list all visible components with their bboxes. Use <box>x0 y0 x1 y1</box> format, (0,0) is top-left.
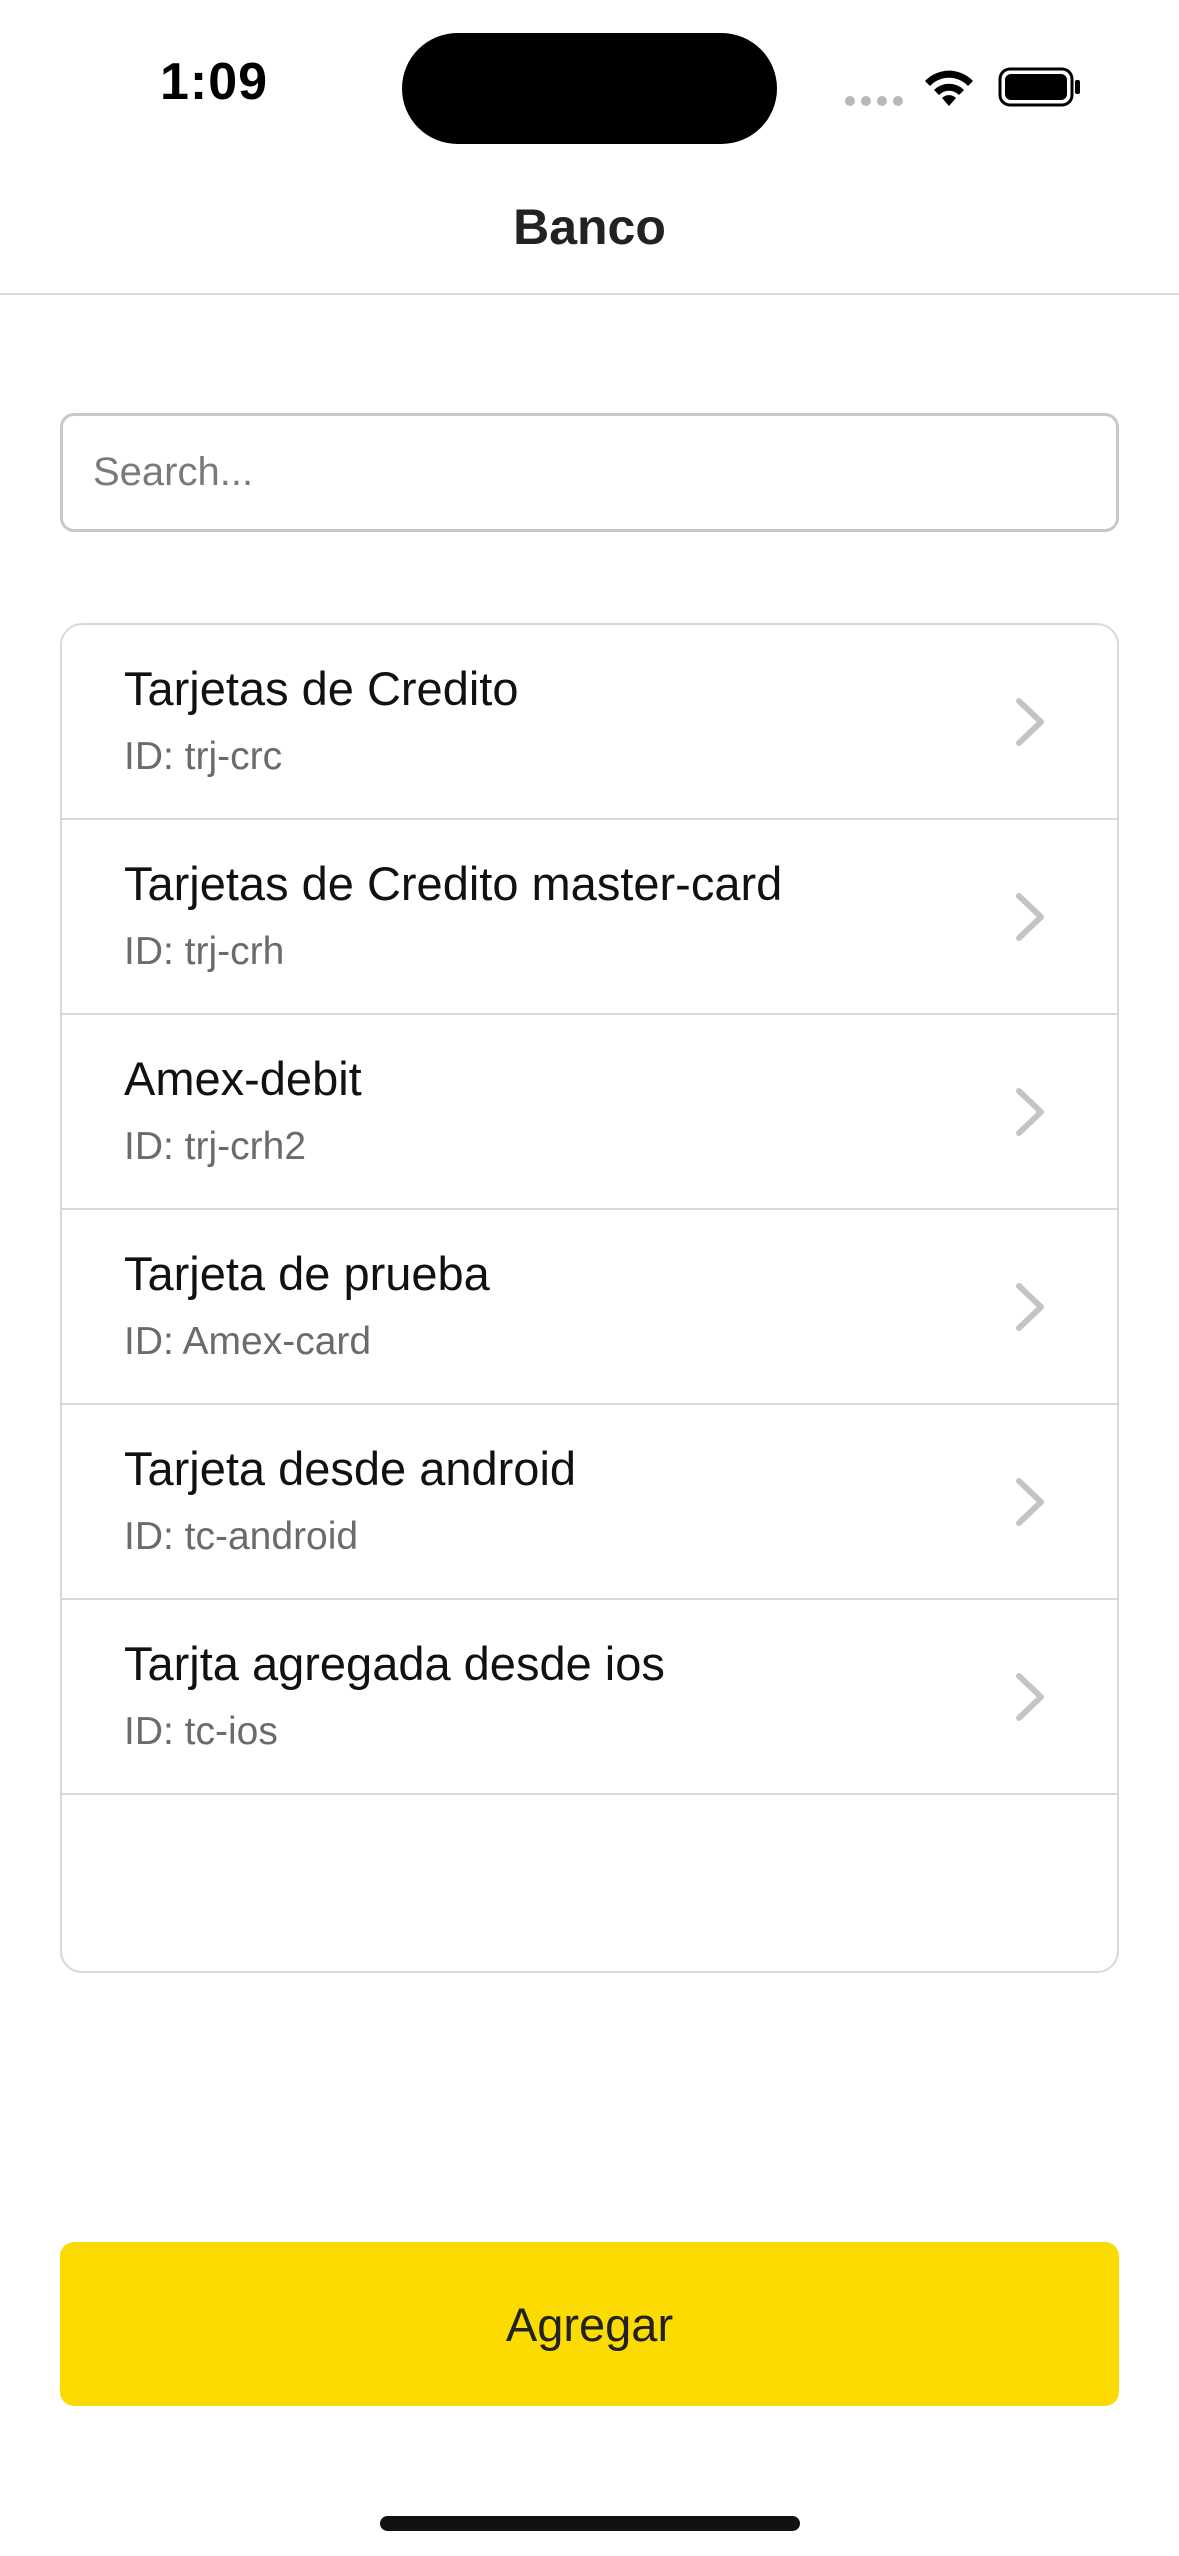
dynamic-island <box>402 33 777 144</box>
page-title: Banco <box>513 199 666 255</box>
chevron-right-icon <box>1016 1283 1044 1331</box>
home-indicator[interactable] <box>380 2516 800 2531</box>
list-item-title: Tarjetas de Credito master-card <box>124 857 783 910</box>
wifi-icon <box>925 70 973 106</box>
chevron-right-icon <box>1016 1673 1044 1721</box>
list-item[interactable]: Tarjetas de Credito master-card ID: trj-… <box>62 820 1117 1015</box>
battery-icon <box>998 67 1080 107</box>
list-item[interactable]: Tarjeta de prueba ID: Amex-card <box>62 1210 1117 1405</box>
status-time: 1:09 <box>160 53 269 111</box>
list-item-id: ID: trj-crh2 <box>124 1125 307 1168</box>
list-item-id: ID: trj-crh <box>124 930 285 973</box>
chevron-right-icon <box>1016 1478 1044 1526</box>
card-list: Tarjetas de Credito ID: trj-crc Tarjetas… <box>60 623 1119 1973</box>
search-input[interactable] <box>63 416 1116 529</box>
status-bar: 1:09 <box>0 0 1179 170</box>
list-item-title: Tarjeta desde android <box>124 1442 577 1495</box>
list-item-id: ID: tc-android <box>124 1515 359 1558</box>
list-item-id: ID: trj-crc <box>124 735 283 778</box>
list-item-title: Tarjetas de Credito <box>124 662 519 715</box>
signal-dots-icon <box>845 96 905 106</box>
nav-bar: Banco <box>0 170 1179 295</box>
chevron-right-icon <box>1016 1088 1044 1136</box>
list-item[interactable]: Tarjetas de Credito ID: trj-crc <box>62 625 1117 820</box>
search-field[interactable] <box>60 413 1119 532</box>
chevron-right-icon <box>1016 893 1044 941</box>
list-item-id: ID: tc-ios <box>124 1710 278 1753</box>
list-item-title: Tarjta agregada desde ios <box>124 1637 665 1690</box>
chevron-right-icon <box>1016 698 1044 746</box>
list-item[interactable]: Amex-debit ID: trj-crh2 <box>62 1015 1117 1210</box>
list-item[interactable]: Tarjta agregada desde ios ID: tc-ios <box>62 1600 1117 1795</box>
list-item-title: Tarjeta de prueba <box>124 1247 490 1300</box>
list-item-id: ID: Amex-card <box>124 1320 372 1363</box>
list-item-title: Amex-debit <box>124 1052 362 1105</box>
list-item[interactable]: Tarjeta desde android ID: tc-android <box>62 1405 1117 1600</box>
add-button[interactable]: Agregar <box>60 2242 1119 2406</box>
